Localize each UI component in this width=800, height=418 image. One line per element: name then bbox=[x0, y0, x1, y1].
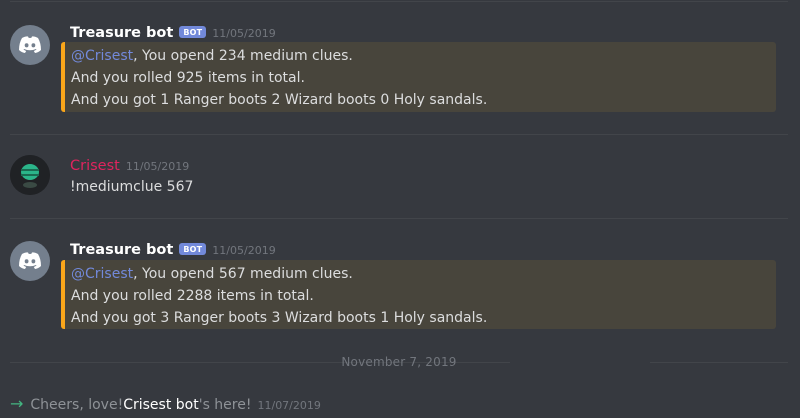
join-prefix: Cheers, love! bbox=[30, 397, 124, 413]
embed-line-3: And you got 1 Ranger boots 2 Wizard boot… bbox=[71, 92, 488, 108]
date-separator: November 7, 2019 bbox=[10, 355, 788, 369]
discord-logo-icon[interactable] bbox=[10, 25, 50, 65]
embed-line-2: And you rolled 2288 items in total. bbox=[71, 288, 314, 304]
timestamp: 11/05/2019 bbox=[212, 27, 276, 40]
message-treasure-bot-2: Treasure bot BOT 11/05/2019 @Crisest, Yo… bbox=[0, 219, 788, 339]
date-separator-label: November 7, 2019 bbox=[341, 355, 457, 369]
bot-badge: BOT bbox=[179, 26, 207, 38]
join-username[interactable]: Crisest bot bbox=[123, 397, 199, 413]
timestamp: 11/05/2019 bbox=[125, 160, 190, 173]
embed-text: , You opend 234 medium clues. bbox=[133, 48, 353, 64]
message-header: Treasure bot BOT 11/05/2019 bbox=[70, 242, 276, 258]
username[interactable]: Treasure bot bbox=[70, 242, 173, 258]
embed-line-1: @Crisest, You opend 234 medium clues. bbox=[71, 45, 776, 67]
message-crisest: Crisest 11/05/2019 !mediumclue 567 bbox=[0, 135, 788, 215]
embed-line-2: And you rolled 925 items in total. bbox=[71, 70, 305, 86]
bot-badge: BOT bbox=[179, 243, 207, 255]
embed: @Crisest, You opend 234 medium clues. An… bbox=[61, 42, 776, 112]
user-avatar-icon[interactable] bbox=[10, 155, 50, 195]
user-mention[interactable]: @Crisest bbox=[71, 48, 133, 64]
embed-text: , You opend 567 medium clues. bbox=[133, 266, 353, 282]
username[interactable]: Crisest bbox=[70, 158, 120, 174]
embed: @Crisest, You opend 567 medium clues. An… bbox=[61, 260, 776, 329]
timestamp: 11/05/2019 bbox=[212, 244, 276, 257]
discord-logo-icon[interactable] bbox=[10, 241, 50, 281]
message-content: !mediumclue 567 bbox=[70, 179, 194, 195]
message-header: Treasure bot BOT 11/05/2019 bbox=[70, 25, 276, 41]
message-header: Crisest 11/05/2019 bbox=[70, 158, 189, 174]
username[interactable]: Treasure bot bbox=[70, 25, 173, 41]
embed-line-3: And you got 3 Ranger boots 3 Wizard boot… bbox=[71, 310, 488, 326]
arrow-right-icon: → bbox=[10, 394, 24, 413]
join-suffix: 's here! bbox=[198, 397, 252, 413]
timestamp: 11/07/2019 bbox=[257, 399, 321, 412]
embed-line-1: @Crisest, You opend 567 medium clues. bbox=[71, 263, 776, 285]
message-treasure-bot-1: Treasure bot BOT 11/05/2019 @Crisest, Yo… bbox=[0, 0, 788, 130]
join-message: → Cheers, love! Crisest bot 's here! 11/… bbox=[10, 394, 321, 413]
user-mention[interactable]: @Crisest bbox=[71, 266, 133, 282]
